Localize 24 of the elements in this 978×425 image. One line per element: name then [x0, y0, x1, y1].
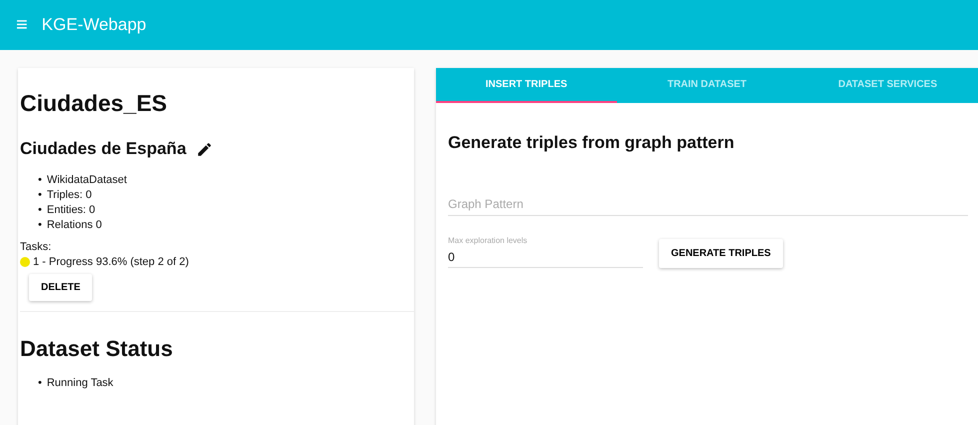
dataset-info-item: Entities: 0	[46, 203, 96, 218]
tab[interactable]: INSERT TRIPLES	[436, 68, 617, 103]
app-title: KGE-Webapp	[42, 15, 146, 35]
generate-triples-button[interactable]: GENERATE TRIPLES	[659, 239, 783, 268]
delete-button[interactable]: DELETE	[29, 274, 92, 301]
form-title: Generate triples from graph pattern	[448, 133, 734, 153]
tab[interactable]: TRAIN DATASET	[616, 68, 798, 103]
dataset-info-item: WikidataDataset	[46, 173, 127, 188]
dataset-description: Ciudades de España	[20, 139, 186, 159]
bullet: •	[38, 188, 42, 203]
dataset-info-item: Relations 0	[46, 218, 102, 233]
edit-icon[interactable]	[196, 140, 214, 158]
bullet: •	[38, 173, 42, 188]
bullet: •	[38, 203, 42, 218]
status-item: Running Task	[46, 376, 114, 391]
tab[interactable]: DATASET SERVICES	[797, 68, 978, 103]
dataset-info-item: Triples: 0	[46, 188, 92, 203]
dataset-name: Ciudades_ES	[20, 90, 167, 117]
levels-field[interactable]: Max exploration levels 0	[448, 236, 643, 268]
menu-icon[interactable]: ≡	[16, 14, 28, 36]
tasks-label: Tasks:	[20, 241, 52, 253]
bullet: •	[38, 218, 42, 233]
status-title: Dataset Status	[20, 336, 173, 362]
bullet: •	[38, 376, 42, 391]
